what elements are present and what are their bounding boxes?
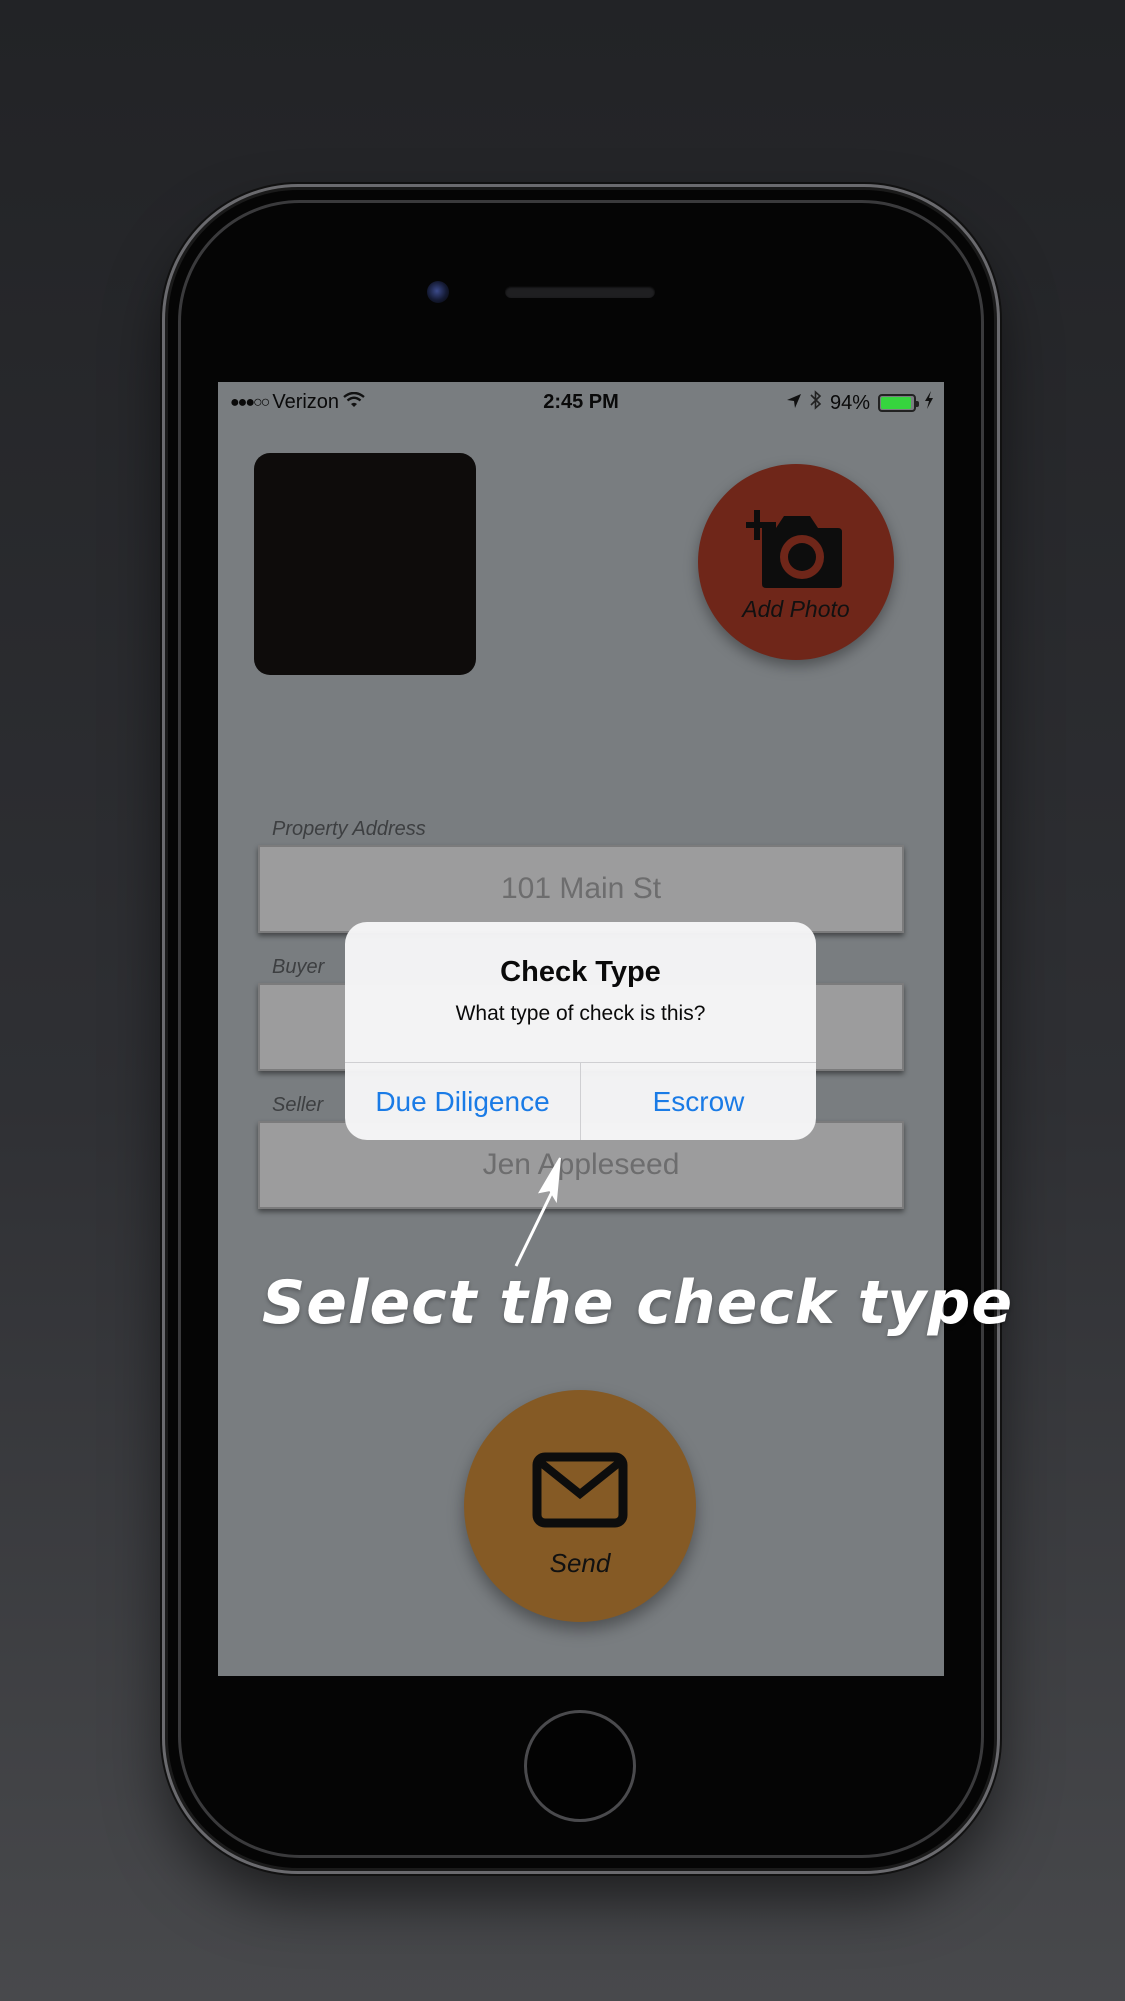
status-bar: ●●●○○ Verizon 2:45 PM 94%	[218, 382, 944, 422]
property-address-field[interactable]: 101 Main St	[258, 845, 904, 933]
pointer-arrow-icon	[514, 1157, 561, 1267]
bluetooth-icon	[810, 390, 822, 416]
add-photo-label: Add Photo	[742, 596, 850, 622]
send-button[interactable]: Send	[464, 1390, 696, 1622]
camera-plus-icon	[746, 510, 842, 588]
photo-preview[interactable]	[254, 453, 476, 675]
envelope-icon	[532, 1452, 628, 1528]
buyer-label: Buyer	[272, 956, 325, 978]
send-label: Send	[549, 1548, 611, 1578]
battery-icon	[878, 394, 919, 412]
instruction-callout: Select the check type	[262, 1268, 1014, 1338]
charging-bolt-icon	[924, 391, 934, 415]
battery-level	[881, 397, 912, 409]
location-arrow-icon	[786, 392, 802, 415]
earpiece-speaker	[505, 286, 655, 298]
status-right: 94%	[786, 390, 934, 416]
escrow-button[interactable]: Escrow	[581, 1063, 816, 1140]
add-photo-button[interactable]: Add Photo	[698, 464, 894, 660]
check-type-alert: Check Type What type of check is this? D…	[345, 922, 816, 1140]
seller-label: Seller	[272, 1094, 324, 1116]
home-button[interactable]	[524, 1710, 636, 1822]
battery-percent: 94%	[829, 391, 870, 414]
alert-message: What type of check is this?	[455, 1002, 706, 1025]
power-button	[994, 510, 1000, 620]
alert-title: Check Type	[500, 956, 661, 988]
phone-screen: ●●●○○ Verizon 2:45 PM 94% Add Photo Prop…	[218, 382, 944, 1676]
front-camera	[427, 281, 449, 303]
due-diligence-button[interactable]: Due Diligence	[345, 1063, 580, 1140]
property-address-label: Property Address	[272, 818, 426, 840]
